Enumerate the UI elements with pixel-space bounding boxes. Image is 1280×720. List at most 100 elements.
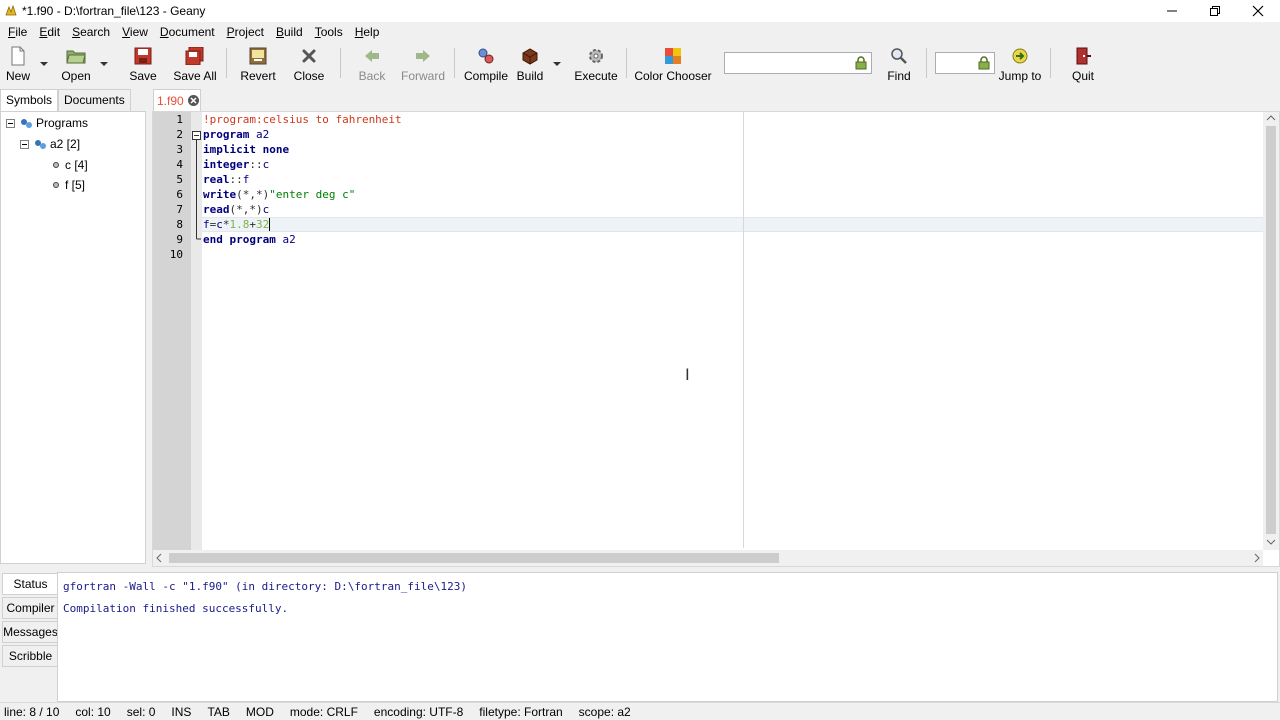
restore-icon — [1210, 6, 1220, 16]
scroll-left-icon[interactable] — [153, 550, 165, 566]
tree-label-f: f [5] — [65, 178, 86, 192]
sidebar-tabs: Symbols Documents — [0, 89, 131, 111]
code-line-5: real::f — [203, 173, 250, 186]
tab-status[interactable]: Status — [2, 573, 58, 595]
line-number: 8 — [176, 218, 183, 231]
search-go-icon[interactable] — [854, 56, 868, 70]
line-number: 7 — [176, 203, 183, 216]
scroll-down-icon[interactable] — [1263, 536, 1279, 548]
restore-button[interactable] — [1193, 0, 1237, 22]
scroll-right-icon[interactable] — [1251, 550, 1263, 566]
status-tab: TAB — [207, 704, 230, 719]
build-dropdown-arrow[interactable] — [553, 62, 561, 66]
compiler-command-line: gfortran -Wall -c "1.f90" (in directory:… — [63, 580, 467, 593]
close-window-button[interactable] — [1236, 0, 1280, 22]
horizontal-scrollbar[interactable] — [153, 550, 1263, 566]
tree-row-program-a2[interactable]: a2 [2] — [20, 135, 80, 153]
text-caret — [269, 218, 271, 231]
variable-bullet-icon — [53, 182, 59, 188]
code-line-3: implicit none — [203, 142, 289, 157]
sidebar: Symbols Documents Programs a2 [2] c [4] … — [0, 87, 148, 567]
toolbar-separator — [926, 48, 927, 78]
menu-search[interactable]: Search — [66, 25, 116, 39]
build-icon — [522, 48, 538, 65]
line-number-gutter: 1 2 3 4 5 6 7 8 9 10 — [153, 112, 191, 550]
tree-row-var-f[interactable]: f [5] — [53, 176, 85, 194]
jump-to-button[interactable]: Jump to — [998, 44, 1042, 84]
close-file-button[interactable]: Close — [292, 44, 326, 84]
program-group-icon — [21, 118, 32, 128]
compile-button[interactable]: Compile — [464, 44, 508, 84]
toolbar-separator — [1050, 48, 1051, 78]
menu-document[interactable]: Document — [154, 25, 221, 39]
quit-door-icon — [1076, 47, 1091, 65]
code-line-9: end program a2 — [203, 233, 296, 246]
compiler-output[interactable]: gfortran -Wall -c "1.f90" (in directory:… — [57, 572, 1278, 702]
goto-line-go-icon[interactable] — [977, 56, 991, 70]
back-button[interactable]: Back — [356, 44, 388, 84]
document-tab[interactable]: 1.f90 — [153, 89, 201, 111]
revert-icon — [249, 47, 267, 65]
goto-line-entry[interactable] — [935, 52, 995, 74]
execute-button[interactable]: Execute — [574, 44, 618, 84]
toolbar-separator — [226, 48, 227, 78]
menu-build[interactable]: Build — [270, 25, 309, 39]
menu-help[interactable]: Help — [349, 25, 386, 39]
close-tab-icon[interactable] — [187, 95, 199, 106]
code-keyword: read — [203, 203, 230, 216]
open-dropdown-arrow[interactable] — [100, 62, 108, 66]
line-number: 5 — [176, 173, 183, 186]
tab-symbols[interactable]: Symbols — [0, 89, 59, 111]
open-button[interactable]: Open — [60, 44, 92, 84]
revert-button[interactable]: Revert — [239, 44, 277, 84]
code-editor[interactable]: 1 2 3 4 5 6 7 8 9 10 !program:celsius to… — [152, 111, 1280, 567]
menu-edit[interactable]: Edit — [33, 25, 66, 39]
tab-compiler[interactable]: Compiler — [2, 597, 58, 619]
open-folder-icon — [66, 50, 86, 64]
status-line: line: 8 / 10 — [4, 704, 60, 719]
scroll-up-icon[interactable] — [1263, 112, 1279, 124]
vertical-scroll-thumb[interactable] — [1266, 126, 1276, 534]
line-number: 6 — [176, 188, 183, 201]
geany-app-icon — [5, 4, 17, 16]
status-sel: sel: 0 — [126, 704, 156, 719]
new-button[interactable]: New — [4, 44, 32, 84]
code-line-6: write(*,*)"enter deg c" — [203, 188, 356, 201]
menu-view[interactable]: View — [116, 25, 154, 39]
horizontal-scroll-thumb[interactable] — [169, 553, 779, 563]
jump-arrow-icon — [1012, 48, 1028, 64]
long-line-marker — [743, 112, 744, 548]
tree-row-var-c[interactable]: c [4] — [53, 156, 88, 174]
toolbar: New Open Save Save All Revert Close Back… — [0, 42, 1280, 84]
tab-scribble[interactable]: Scribble — [2, 645, 58, 667]
menu-project[interactable]: Project — [221, 25, 270, 39]
vertical-scrollbar[interactable] — [1263, 112, 1279, 550]
save-all-button[interactable]: Save All — [172, 44, 218, 84]
compiler-result-line: Compilation finished successfully. — [63, 602, 289, 615]
find-button[interactable]: Find — [884, 44, 914, 84]
collapse-expander-icon[interactable] — [20, 139, 29, 149]
tree-row-programs[interactable]: Programs — [6, 114, 88, 132]
forward-button[interactable]: Forward — [400, 44, 446, 84]
menu-file[interactable]: File — [2, 25, 33, 39]
collapse-expander-icon[interactable] — [6, 118, 15, 128]
quit-button[interactable]: Quit — [1068, 44, 1098, 84]
color-chooser-button[interactable]: Color Chooser — [634, 44, 712, 84]
search-input[interactable] — [725, 53, 871, 73]
mouse-ibeam-cursor: I — [685, 365, 690, 384]
line-number: 10 — [169, 248, 183, 261]
menu-tools[interactable]: Tools — [309, 25, 349, 39]
search-entry[interactable] — [724, 52, 872, 74]
minimize-button[interactable] — [1150, 0, 1194, 22]
code-keyword: implicit none — [203, 143, 290, 156]
save-button[interactable]: Save — [128, 44, 158, 84]
magnifier-icon — [891, 48, 907, 64]
status-ins: INS — [171, 704, 192, 719]
symbols-tree: Programs a2 [2] c [4] f [5] — [0, 111, 146, 564]
tab-messages[interactable]: Messages — [2, 621, 58, 643]
build-button[interactable]: Build — [514, 44, 546, 84]
code-line-4: integer::c — [203, 158, 270, 171]
save-all-icon — [185, 47, 204, 65]
new-dropdown-arrow[interactable] — [40, 62, 48, 66]
tab-documents[interactable]: Documents — [58, 89, 131, 111]
